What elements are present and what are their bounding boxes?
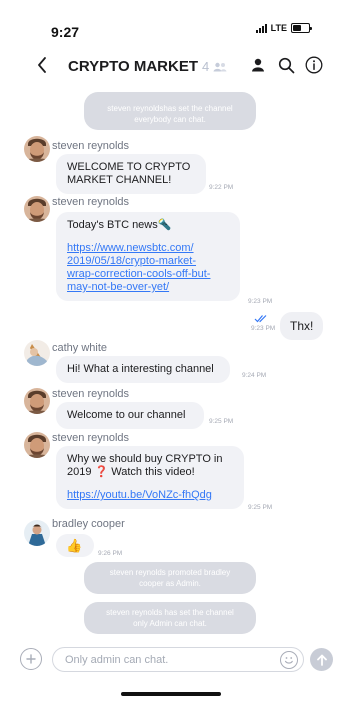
network-label: LTE: [270, 23, 287, 33]
signal-icon: [255, 23, 267, 33]
message-link[interactable]: wrap-correction-cools-off-but-: [67, 268, 229, 281]
message-text: Welcome to our channel: [67, 409, 186, 421]
people-icon: [213, 62, 227, 71]
avatar[interactable]: [24, 388, 50, 414]
message-text: WELCOME TO CRYPTO: [67, 161, 191, 173]
avatar[interactable]: [24, 136, 50, 162]
message-link[interactable]: https://youtu.be/VoNZc-fhQdg: [67, 489, 233, 502]
sender-name: steven reynolds: [52, 388, 130, 400]
status-indicators: LTE: [255, 23, 312, 33]
message-list[interactable]: steven reynoldshas set the channel every…: [0, 84, 340, 644]
message-link[interactable]: https://www.newsbtc.com/: [67, 242, 229, 255]
avatar[interactable]: [24, 432, 50, 458]
avatar-steven-icon: [24, 388, 50, 414]
message-input[interactable]: [52, 647, 304, 672]
plus-icon: [26, 654, 36, 664]
avatar-steven-icon: [24, 136, 50, 162]
send-button[interactable]: [310, 648, 333, 671]
message-time: 9:25 PM: [209, 418, 234, 425]
message-text: Today's BTC news🔦: [67, 219, 172, 231]
message-bubble[interactable]: Why we should buy CRYPTO in 2019 ❓ Watch…: [56, 446, 244, 509]
message-time: 9:26 PM: [98, 550, 123, 557]
message-text: MARKET CHANNEL!: [67, 174, 172, 186]
message-text: 👍: [66, 538, 83, 553]
message-time: 9:25 PM: [248, 504, 273, 511]
message-time: 9:23 PM: [251, 325, 276, 332]
info-button[interactable]: [304, 55, 324, 75]
system-message: steven reynolds promoted bradley cooper …: [84, 562, 256, 594]
system-message: steven reynoldshas set the channel every…: [84, 92, 256, 130]
message-text: 2019 ❓ Watch this video!: [67, 466, 195, 478]
sender-name: bradley cooper: [52, 518, 125, 530]
message-bubble[interactable]: Today's BTC news🔦 https://www.newsbtc.co…: [56, 212, 240, 301]
status-bar: 9:27 LTE: [0, 0, 340, 40]
message-bubble[interactable]: Hi! What a interesting channel: [56, 356, 230, 383]
channel-title[interactable]: CRYPTO MARKET 4: [68, 58, 227, 75]
sender-name: steven reynolds: [52, 140, 130, 152]
avatar-cathy-icon: [24, 340, 50, 366]
status-time: 9:27: [51, 24, 80, 40]
avatar[interactable]: [24, 520, 50, 546]
avatar[interactable]: [24, 196, 50, 222]
sender-name: steven reynolds: [52, 196, 130, 208]
person-icon: [252, 58, 264, 72]
avatar-bradley-icon: [24, 520, 50, 546]
chat-header: CRYPTO MARKET 4: [0, 48, 340, 84]
message-time: 9:23 PM: [248, 298, 273, 305]
back-button[interactable]: [32, 53, 52, 77]
message-text: Why we should buy CRYPTO in: [67, 453, 223, 465]
avatar[interactable]: [24, 340, 50, 366]
message-time: 9:22 PM: [209, 184, 234, 191]
message-bubble[interactable]: 👍: [56, 534, 94, 557]
double-check-icon: [254, 315, 267, 323]
message-text: Hi! What a interesting channel: [67, 363, 214, 375]
message-time: 9:24 PM: [242, 372, 267, 379]
sender-name: cathy white: [52, 342, 108, 354]
info-icon: [305, 56, 323, 74]
message-text: Thx!: [290, 319, 314, 333]
smiley-icon: [284, 657, 293, 664]
battery-icon: [291, 23, 312, 33]
avatar-steven-icon: [24, 432, 50, 458]
add-attachment-button[interactable]: [20, 648, 42, 670]
message-bubble[interactable]: Welcome to our channel: [56, 402, 204, 429]
chevron-left-icon: [38, 57, 46, 73]
avatar-steven-icon: [24, 196, 50, 222]
member-count: 4: [202, 59, 210, 74]
members-button[interactable]: [248, 55, 268, 75]
sender-name: steven reynolds: [52, 432, 130, 444]
message-link[interactable]: may-not-be-over-yet/: [67, 281, 229, 294]
message-bubble[interactable]: WELCOME TO CRYPTO MARKET CHANNEL!: [56, 154, 206, 194]
page-title: CRYPTO MARKET: [68, 58, 199, 75]
home-indicator[interactable]: [121, 692, 221, 696]
search-icon: [278, 57, 294, 73]
composer: [0, 642, 340, 682]
system-message: steven reynolds has set the channel only…: [84, 602, 256, 634]
header-actions: [248, 55, 324, 75]
outgoing-bubble[interactable]: Thx!: [280, 312, 324, 340]
arrow-up-icon: [316, 654, 327, 666]
message-link[interactable]: 2019/05/18/crypto-market-: [67, 255, 229, 268]
emoji-button[interactable]: [280, 651, 298, 669]
search-button[interactable]: [276, 55, 296, 75]
